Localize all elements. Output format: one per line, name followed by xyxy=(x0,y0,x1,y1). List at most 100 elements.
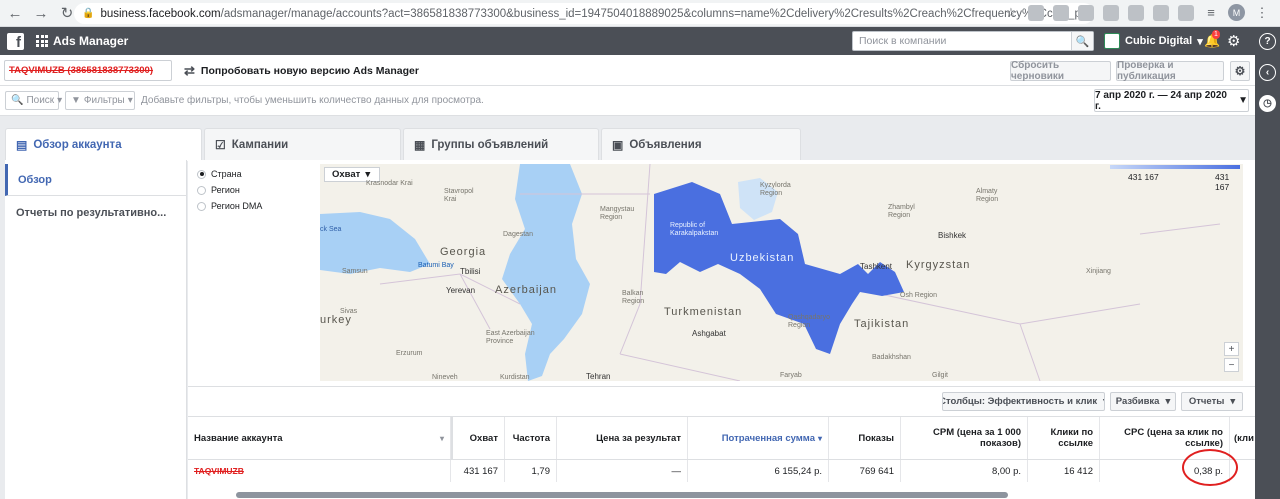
map-label-faryab: Faryab xyxy=(780,372,802,379)
search-button[interactable]: 🔍 Поиск ▾ xyxy=(5,91,62,110)
tab-adsets[interactable]: ▦ Группы объявлений xyxy=(403,128,599,160)
geo-level-radio-group: Страна Регион Регион DMA xyxy=(197,166,262,214)
tab-campaigns[interactable]: ☑ Кампании xyxy=(204,128,401,160)
radio-button[interactable] xyxy=(197,201,206,211)
extensions: ☆ ≡ M ⋮ xyxy=(1003,4,1270,21)
extension-icon[interactable] xyxy=(1153,4,1169,21)
map-label-kyrgyzstan: Kyrgyzstan xyxy=(906,259,971,271)
apps-grid-icon[interactable] xyxy=(36,35,48,47)
company-search-input[interactable]: Поиск в компании 🔍 xyxy=(852,31,1094,51)
map-label-black-sea: ck Sea xyxy=(320,226,342,233)
col-header-link-clicks[interactable]: Клики по ссылке xyxy=(1028,417,1100,459)
playlist-icon[interactable]: ≡ xyxy=(1203,5,1219,21)
legend-max: 431 167 xyxy=(1215,172,1230,192)
chevron-down-icon: ▾ xyxy=(127,95,133,106)
map-label-mangystau: Mangystau Region xyxy=(600,206,635,221)
col-header-name[interactable]: Название аккаунта ▾ xyxy=(188,417,451,459)
right-rail: ? ‹ ◷ xyxy=(1255,27,1280,499)
review-publish-button[interactable]: Проверка и публикация xyxy=(1116,60,1224,82)
col-header-cost-per-result[interactable]: Цена за результат xyxy=(557,417,688,459)
accounts-table: Название аккаунта ▾ Охват Частота Цена з… xyxy=(188,416,1255,499)
address-bar[interactable]: 🔒 business.facebook.com/adsmanager/manag… xyxy=(74,3,1094,24)
col-header-spend[interactable]: Потраченная сумма ▾ xyxy=(688,417,829,459)
url-host: business.facebook.com xyxy=(100,7,221,20)
extension-icon[interactable] xyxy=(1028,4,1044,21)
map-label-kurdistan: Kurdistan xyxy=(500,374,530,381)
ad-account-select[interactable]: TAQVIMUZB (386581838773300) xyxy=(4,60,172,81)
extension-icon[interactable] xyxy=(1178,4,1194,21)
profile-avatar[interactable]: M xyxy=(1228,4,1245,21)
sidebar-item-reports[interactable]: Отчеты по результативно... xyxy=(5,200,187,226)
forward-icon[interactable]: → xyxy=(30,2,52,24)
try-new-version-link[interactable]: ⇄ Попробовать новую версию Ads Manager xyxy=(184,63,419,79)
more-vert-icon[interactable]: ⋮ xyxy=(1254,5,1270,21)
horizontal-scrollbar[interactable] xyxy=(236,492,1008,498)
map-label-azerbaijan: Azerbaijan xyxy=(495,284,557,296)
notifications-bell-icon[interactable]: 🔔 1 xyxy=(1204,30,1220,49)
map-label-georgia: Georgia xyxy=(440,246,487,258)
col-header-extra[interactable]: (кли xyxy=(1230,417,1255,459)
map-label-turkey: urkey xyxy=(320,314,352,326)
map-label-qashqadaryo: Qashqadaryo Region xyxy=(788,314,831,329)
zoom-out-button[interactable]: − xyxy=(1224,358,1239,372)
back-icon[interactable]: ← xyxy=(4,2,26,24)
tab-ads[interactable]: ▣ Объявления xyxy=(601,128,801,160)
clock-icon[interactable]: ◷ xyxy=(1259,95,1276,112)
cell-cpm: 8,00 р. xyxy=(901,460,1028,482)
overview-sidebar: Обзор Отчеты по результативно... xyxy=(5,160,187,499)
business-account-switcher[interactable]: Cubic Digital ▾ xyxy=(1104,31,1203,51)
radio-region[interactable]: Регион xyxy=(197,182,262,198)
app-title[interactable]: Ads Manager xyxy=(53,34,128,48)
caret-down-icon: ▾ xyxy=(365,169,371,180)
map-label-tehran: Tehran xyxy=(586,372,611,381)
col-header-impressions[interactable]: Показы xyxy=(829,417,901,459)
extension-icon[interactable] xyxy=(1053,4,1069,21)
sidebar-item-overview[interactable]: Обзор xyxy=(5,164,187,196)
filter-funnel-icon: ▼ xyxy=(71,95,81,106)
settings-gear-icon[interactable]: ⚙ xyxy=(1227,32,1240,50)
search-icon[interactable]: 🔍 xyxy=(1071,32,1093,50)
radio-dma[interactable]: Регион DMA xyxy=(197,198,262,214)
radio-country[interactable]: Страна xyxy=(197,166,262,182)
extension-icon[interactable] xyxy=(1128,4,1144,21)
col-header-reach[interactable]: Охват xyxy=(451,417,505,459)
geo-map[interactable]: Охват ▾ 431 167 431 167 Uzbekistan Repub… xyxy=(320,164,1243,381)
reports-dropdown[interactable]: Отчеты ▾ xyxy=(1181,392,1243,411)
browser-toolbar: ← → ↻ 🔒 business.facebook.com/adsmanager… xyxy=(0,0,1280,27)
extension-icon[interactable] xyxy=(1078,4,1094,21)
notification-badge: 1 xyxy=(1212,30,1220,39)
settings-gear-icon[interactable]: ⚙ xyxy=(1230,61,1250,81)
map-label-yerevan: Yerevan xyxy=(446,286,476,295)
map-label-kyzylorda: Kyzylorda Region xyxy=(760,182,791,197)
columns-dropdown[interactable]: Столбцы: Эффективность и клик ▾ xyxy=(942,392,1105,411)
cell-cost-per-result: — xyxy=(557,460,688,482)
map-label-nineveh: Nineveh xyxy=(432,374,458,381)
breakdown-dropdown[interactable]: Разбивка ▾ xyxy=(1110,392,1176,411)
level-tabs: ▤ Обзор аккаунта ☑ Кампании ▦ Группы объ… xyxy=(0,116,1255,161)
star-icon[interactable]: ☆ xyxy=(1003,5,1019,21)
map-label-turkmenistan: Turkmenistan xyxy=(664,306,743,318)
col-header-cpm[interactable]: CPM (цена за 1 000 показов) xyxy=(901,417,1028,459)
overview-icon: ▤ xyxy=(16,138,28,152)
date-range-picker[interactable]: 7 апр 2020 г. — 24 апр 2020 г. ▼ xyxy=(1094,89,1249,112)
filters-button[interactable]: ▼ Фильтры ▾ xyxy=(65,91,135,110)
map-label-east-azerbaijan: East Azerbaijan Province xyxy=(486,330,535,345)
col-header-frequency[interactable]: Частота xyxy=(505,417,557,459)
cell-spend: 6 155,24 р. xyxy=(688,460,829,482)
cpc-highlight-annotation xyxy=(1182,449,1238,486)
map-label-gilgit: Gilgit xyxy=(932,372,948,379)
adset-grid-icon: ▦ xyxy=(414,137,426,152)
cell-account-name[interactable]: TAQVIMUZB xyxy=(188,460,451,482)
map-label-zhambyl: Zhambyl Region xyxy=(888,204,915,219)
radio-button[interactable] xyxy=(197,169,206,179)
reset-drafts-button[interactable]: Сбросить черновики xyxy=(1010,60,1111,82)
tab-account-overview[interactable]: ▤ Обзор аккаунта xyxy=(5,128,202,161)
extension-icon[interactable] xyxy=(1103,4,1119,21)
collapse-left-icon[interactable]: ‹ xyxy=(1259,64,1276,81)
zoom-in-button[interactable]: + xyxy=(1224,342,1239,356)
help-icon[interactable]: ? xyxy=(1259,33,1276,50)
legend-min: 431 167 xyxy=(1128,172,1159,182)
radio-button[interactable] xyxy=(197,185,206,195)
caret-down-icon: ▾ xyxy=(1103,396,1104,407)
facebook-logo-icon[interactable]: f xyxy=(7,32,24,50)
